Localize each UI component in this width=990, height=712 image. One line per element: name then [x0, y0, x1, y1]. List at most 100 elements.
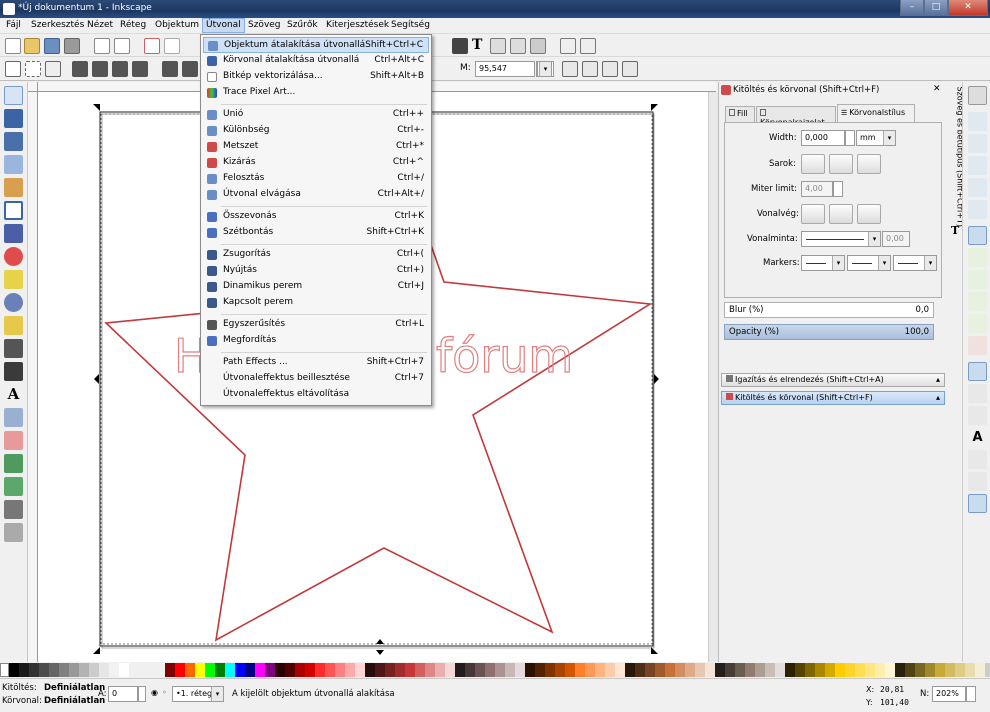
selector-tool-icon[interactable]	[4, 86, 23, 105]
palette-swatch[interactable]	[265, 663, 275, 677]
palette-swatch[interactable]	[785, 663, 795, 677]
palette-swatch[interactable]	[305, 663, 315, 677]
palette-swatch[interactable]	[195, 663, 205, 677]
palette-swatch[interactable]	[765, 663, 775, 677]
text-tool-icon[interactable]: A	[4, 385, 23, 404]
dash-pattern-select[interactable]: ▾	[801, 231, 881, 247]
star-tool-icon[interactable]	[4, 270, 23, 289]
palette-swatch[interactable]	[315, 663, 325, 677]
node-edit-icon[interactable]	[452, 38, 468, 54]
transform-gradients-icon[interactable]	[602, 61, 618, 77]
palette-swatch[interactable]	[525, 663, 535, 677]
print-icon[interactable]	[64, 38, 80, 54]
snap-midpoint-icon[interactable]	[968, 336, 987, 355]
palette-swatch[interactable]	[655, 663, 665, 677]
snap-bbox-edge-icon[interactable]	[968, 134, 987, 153]
palette-swatch[interactable]	[9, 663, 19, 677]
align-distribute-expander[interactable]: Igazítás és elrendezés (Shift+Ctrl+A) ▴	[721, 373, 945, 387]
palette-swatch[interactable]	[925, 663, 935, 677]
palette-swatch[interactable]	[495, 663, 505, 677]
palette-swatch[interactable]	[225, 663, 235, 677]
palette-swatch[interactable]	[185, 663, 195, 677]
palette-swatch[interactable]	[79, 663, 89, 677]
snap-grid-icon[interactable]	[968, 472, 987, 491]
snap-center-icon[interactable]	[968, 384, 987, 403]
palette-swatch[interactable]	[89, 663, 99, 677]
palette-swatch[interactable]	[435, 663, 445, 677]
zoom-input[interactable]: 202%	[932, 686, 966, 702]
handle-br[interactable]	[651, 647, 658, 654]
deselect-icon[interactable]	[45, 61, 61, 77]
node-tool-icon[interactable]	[4, 109, 23, 128]
palette-swatch[interactable]	[49, 663, 59, 677]
palette-swatch[interactable]	[745, 663, 755, 677]
connector-tool-icon[interactable]	[4, 523, 23, 542]
undo-icon[interactable]	[144, 38, 160, 54]
tab-stroke-style[interactable]: ☰ Körvonalstílus	[837, 104, 915, 123]
open-folder-icon[interactable]	[24, 38, 40, 54]
palette-swatch[interactable]	[805, 663, 815, 677]
palette-swatch[interactable]	[825, 663, 835, 677]
preferences-icon[interactable]	[560, 38, 576, 54]
palette-swatch[interactable]	[285, 663, 295, 677]
square-cap-button[interactable]	[857, 204, 881, 224]
handle-bottom[interactable]	[376, 639, 384, 655]
palette-swatch[interactable]	[735, 663, 745, 677]
palette-swatch[interactable]	[39, 663, 49, 677]
palette-swatch[interactable]	[955, 663, 965, 677]
end-marker-select[interactable]: ▾	[893, 255, 937, 271]
menu-item-reverse[interactable]: Megfordítás	[203, 333, 429, 349]
butt-cap-button[interactable]	[801, 204, 825, 224]
palette-swatch[interactable]	[725, 663, 735, 677]
palette-swatch[interactable]	[865, 663, 875, 677]
redo-icon[interactable]	[164, 38, 180, 54]
select-all-layers-icon[interactable]	[25, 61, 41, 77]
menu-objektum[interactable]: Objektum	[155, 20, 199, 30]
palette-swatch[interactable]	[325, 663, 335, 677]
palette-swatch[interactable]	[59, 663, 69, 677]
palette-swatch[interactable]	[175, 663, 185, 677]
palette-swatch[interactable]	[505, 663, 515, 677]
palette-swatch[interactable]	[535, 663, 545, 677]
menu-item-inset[interactable]: Zsugorítás Ctrl+(	[203, 247, 429, 263]
menu-item-linked-offset[interactable]: Kapcsolt perem	[203, 295, 429, 311]
palette-swatch[interactable]	[245, 663, 255, 677]
palette-swatch[interactable]	[455, 663, 465, 677]
palette-swatch[interactable]	[875, 663, 885, 677]
snap-rotation-icon[interactable]	[968, 406, 987, 425]
palette-swatch[interactable]	[815, 663, 825, 677]
menu-item-simplify[interactable]: Egyszerűsítés Ctrl+L	[203, 317, 429, 333]
eraser-tool-icon[interactable]	[4, 431, 23, 450]
menu-item-union[interactable]: Unió Ctrl++	[203, 107, 429, 123]
tweak-tool-icon[interactable]	[4, 132, 23, 151]
snap-others-icon[interactable]	[968, 362, 987, 381]
palette-swatch[interactable]	[545, 663, 555, 677]
menu-item-combine[interactable]: Összevonás Ctrl+K	[203, 209, 429, 225]
menu-utvonal[interactable]: Útvonal	[202, 18, 245, 33]
snap-smooth-icon[interactable]	[968, 314, 987, 333]
canvas-text-right[interactable]: fórum	[435, 328, 573, 383]
palette-swatch[interactable]	[585, 663, 595, 677]
palette-swatch[interactable]	[385, 663, 395, 677]
palette-swatch[interactable]	[425, 663, 435, 677]
export-icon[interactable]	[114, 38, 130, 54]
palette-swatch[interactable]	[905, 663, 915, 677]
measure-tool-icon[interactable]	[4, 178, 23, 197]
palette-swatch[interactable]	[99, 663, 109, 677]
snap-bbox-midpoint-icon[interactable]	[968, 178, 987, 197]
palette-swatch[interactable]	[795, 663, 805, 677]
snap-bbox-corner-icon[interactable]	[968, 156, 987, 175]
pencil-tool-icon[interactable]	[4, 316, 23, 335]
palette-swatch[interactable]	[965, 663, 975, 677]
ellipse-tool-icon[interactable]	[4, 247, 23, 266]
color-palette[interactable]	[0, 663, 990, 677]
document-properties-icon[interactable]	[580, 38, 596, 54]
snap-path-icon[interactable]	[968, 248, 987, 267]
menu-szurok[interactable]: Szűrők	[287, 20, 318, 30]
opacity-slider[interactable]: Opacity (%) 100,0	[724, 324, 934, 340]
raise-to-top-icon[interactable]	[162, 61, 178, 77]
snap-cusp-icon[interactable]	[968, 292, 987, 311]
stroke-width-input[interactable]: 0,000	[801, 130, 845, 146]
paint-bucket-icon[interactable]	[4, 454, 23, 473]
height-input[interactable]: 95,547	[475, 61, 535, 77]
